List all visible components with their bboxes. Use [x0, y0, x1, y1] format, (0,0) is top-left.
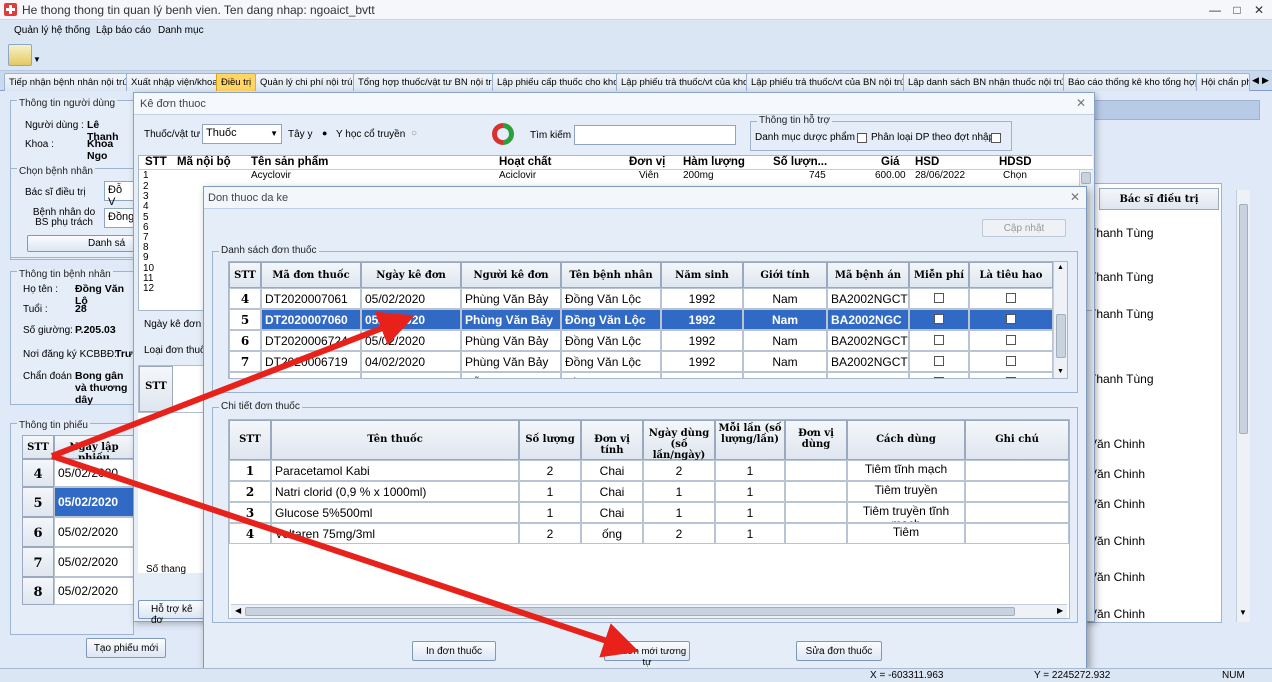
arrow-to-button	[51, 453, 640, 658]
status-x: X = -603311.963	[870, 670, 944, 681]
annotation-arrows	[50, 311, 640, 658]
arrow-to-row	[50, 311, 415, 459]
status-y: Y = 2245272.932	[1034, 670, 1111, 681]
status-bar: X = -603311.963 Y = 2245272.932 NUM	[0, 668, 1272, 682]
status-num: NUM	[1222, 670, 1245, 681]
